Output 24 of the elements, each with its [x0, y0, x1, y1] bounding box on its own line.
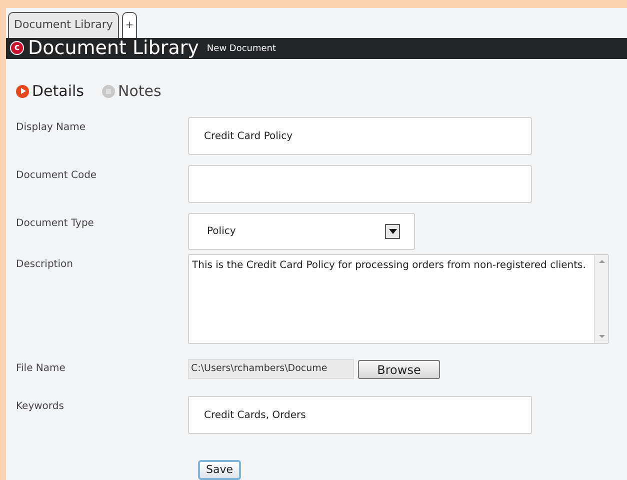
- field-label: Description: [15, 258, 74, 272]
- text-field[interactable]: Credit Cards, Orders: [188, 396, 532, 434]
- section-tab[interactable]: Details: [32, 80, 84, 102]
- save-button[interactable]: Save: [198, 460, 242, 480]
- dropdown[interactable]: Policy: [188, 213, 415, 250]
- page-subtitle: New Document: [206, 43, 276, 56]
- description-textarea[interactable]: This is the Credit Card Policy for processing orders from non-registered clients.: [188, 254, 609, 344]
- field-label: Document Code: [15, 169, 98, 183]
- logo-icon: c: [10, 41, 24, 56]
- radio-icon[interactable]: [16, 84, 29, 98]
- text-field[interactable]: [188, 165, 532, 203]
- field-label: Document Type: [15, 217, 95, 231]
- tab[interactable]: Document Library: [8, 12, 119, 38]
- field-label: File Name: [15, 362, 66, 376]
- add-tab-button[interactable]: +: [122, 12, 137, 38]
- file-path-field[interactable]: C:\Users\rchambers\Docume: [188, 359, 354, 379]
- radio-icon[interactable]: [102, 84, 116, 98]
- section-tab[interactable]: Notes: [118, 80, 162, 102]
- field-label: Display Name: [15, 121, 87, 135]
- text-field[interactable]: Credit Card Policy: [188, 117, 532, 155]
- field-label: Keywords: [15, 400, 65, 414]
- page-title: Document Library: [28, 38, 199, 58]
- scrollbar[interactable]: [594, 255, 608, 343]
- browse-button[interactable]: Browse: [358, 360, 440, 378]
